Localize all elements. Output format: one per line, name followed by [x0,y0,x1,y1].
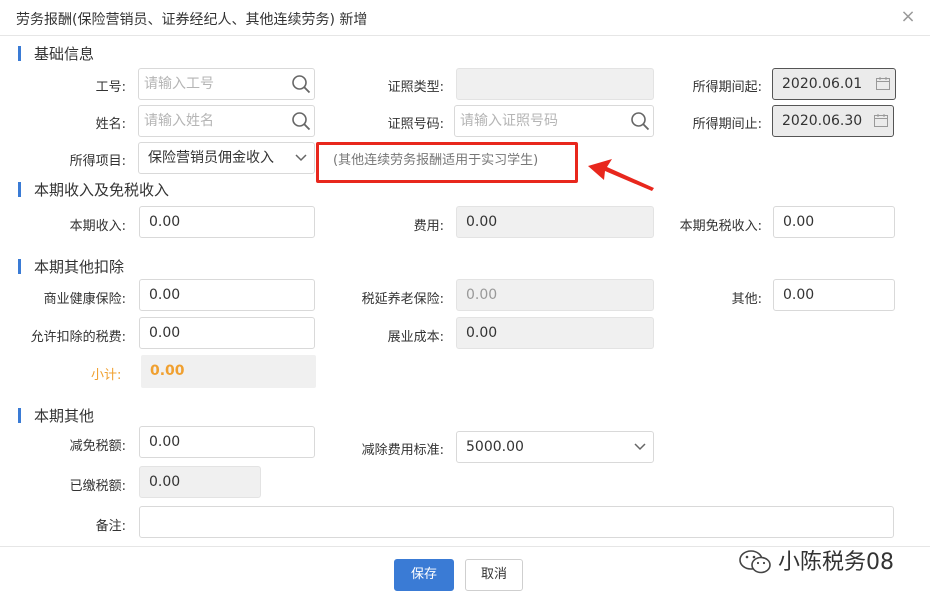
pension-insurance-label: 税延养老保险: [361,292,444,307]
id-no-label: 证照号码: [387,117,444,132]
business-cost-field: 0.00 [456,317,654,349]
allowed-tax-input[interactable]: 0.00 [139,317,315,349]
section-title: 本期收入及免税收入 [34,181,170,199]
period-end-value: 2020.06.30 [782,113,863,129]
income-item-select[interactable]: 保险营销员佣金收入 [138,142,315,174]
other-deduction-input[interactable]: 0.00 [773,279,895,311]
business-cost-label: 展业成本: [387,330,444,345]
expense-field: 0.00 [456,206,654,238]
chevron-down-icon [295,154,307,162]
health-insurance-label: 商业健康保险: [43,292,126,307]
income-item-value: 保险营销员佣金收入 [148,150,274,166]
remark-input[interactable] [139,506,894,538]
deduction-standard-label: 减除费用标准: [361,443,444,458]
calendar-icon[interactable] [876,77,890,90]
section-deductions: 本期其他扣除 [18,256,124,277]
section-basic-info: 基础信息 [18,43,94,64]
id-no-input[interactable]: 请输入证照号码 [454,105,654,137]
deduction-standard-select[interactable]: 5000.00 [456,431,654,463]
income-item-label: 所得项目: [69,154,126,169]
income-item-note: (其他连续劳务报酬适用于实习学生) [333,153,539,168]
period-end-label: 所得期间止: [692,117,762,132]
emp-no-placeholder: 请输入工号 [144,76,214,92]
dialog-title: 劳务报酬(保险营销员、证券经纪人、其他连续劳务) 新增 [16,12,368,28]
allowed-tax-label: 允许扣除的税费: [30,330,126,345]
close-icon[interactable]: × [898,7,918,27]
period-start-value: 2020.06.01 [782,76,863,92]
deduction-standard-value: 5000.00 [466,439,524,455]
search-icon[interactable] [291,111,311,131]
tax-reduction-label: 减免税额: [69,439,126,454]
dialog-titlebar: 劳务报酬(保险营销员、证券经纪人、其他连续劳务) 新增 × [0,0,930,36]
section-marker [18,46,21,61]
emp-no-input[interactable]: 请输入工号 [138,68,315,100]
tax-reduction-input[interactable]: 0.00 [139,426,315,458]
remark-label: 备注: [95,519,126,534]
save-button[interactable]: 保存 [394,559,454,591]
paid-tax-label: 已缴税额: [69,479,126,494]
calendar-icon[interactable] [874,114,888,127]
current-income-label: 本期收入: [69,219,126,234]
id-type-field [456,68,654,100]
period-start-date[interactable]: 2020.06.01 [772,68,896,100]
pension-insurance-field: 0.00 [456,279,654,311]
search-icon[interactable] [291,74,311,94]
current-income-input[interactable]: 0.00 [139,206,315,238]
expense-label: 费用: [413,219,444,234]
paid-tax-field: 0.00 [139,466,261,498]
name-placeholder: 请输入姓名 [144,113,214,129]
emp-no-label: 工号: [95,80,126,95]
section-title: 基础信息 [34,45,95,63]
section-income: 本期收入及免税收入 [18,179,169,200]
id-no-placeholder: 请输入证照号码 [460,113,558,129]
subtotal-value: 0.00 [141,355,316,388]
section-title: 本期其他 [34,407,95,425]
health-insurance-input[interactable]: 0.00 [139,279,315,311]
section-marker [18,182,21,197]
section-title: 本期其他扣除 [34,258,125,276]
other-deduction-label: 其他: [731,292,762,307]
section-marker [18,259,21,274]
name-input[interactable]: 请输入姓名 [138,105,315,137]
name-label: 姓名: [95,117,126,132]
arrow-annotation [588,159,654,191]
section-other: 本期其他 [18,405,94,426]
search-icon[interactable] [630,111,650,131]
subtotal-label: 小计: [91,368,122,383]
id-type-label: 证照类型: [387,80,444,95]
chevron-down-icon [634,443,646,451]
tax-free-income-input[interactable]: 0.00 [773,206,895,238]
tax-free-income-label: 本期免税收入: [679,219,762,234]
section-marker [18,408,21,423]
watermark-text: 小陈税务08 [778,550,894,575]
watermark: 小陈税务08 [738,544,894,578]
period-start-label: 所得期间起: [692,80,762,95]
cancel-button[interactable]: 取消 [465,559,523,591]
period-end-date[interactable]: 2020.06.30 [772,105,894,137]
wechat-icon [739,550,771,574]
